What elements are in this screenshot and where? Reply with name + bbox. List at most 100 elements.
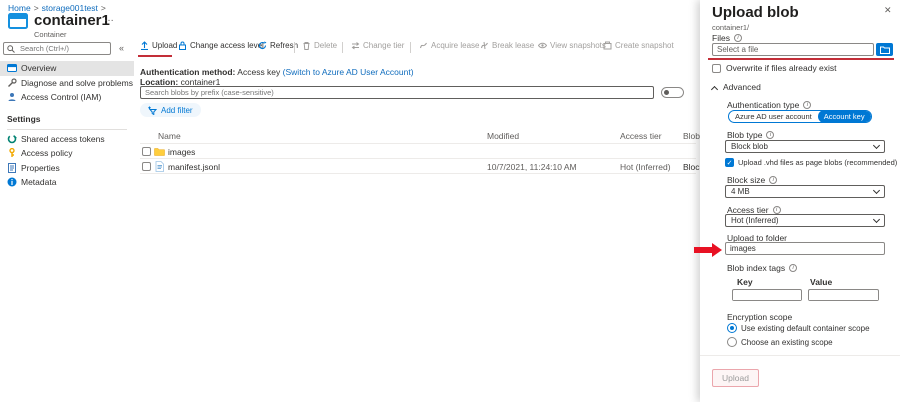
file-icon [154,161,165,172]
auth-option-account-key[interactable]: Account key [818,110,871,123]
token-icon [7,134,17,144]
encryption-scope-label: Encryption scope [727,312,792,322]
add-filter-button[interactable]: Add filter [140,103,201,117]
tags-value-header: Value [810,277,832,287]
delete-command[interactable]: Delete [302,41,337,50]
sidebar-item-access-policy[interactable]: Access policy [0,146,134,161]
tag-key-field[interactable] [732,289,802,301]
sidebar-item-properties[interactable]: Properties [0,161,134,176]
overview-icon [7,63,17,73]
annotation-underline-upload [138,55,172,57]
sidebar-item-diagnose[interactable]: Diagnose and solve problems [0,76,134,91]
block-size-select[interactable]: 4 MB [725,185,885,198]
panel-divider [700,355,900,356]
upload-to-folder-input[interactable] [726,244,884,253]
access-tier-select[interactable]: Hot (Inferred) [725,214,885,227]
advanced-section-toggle[interactable]: Advanced [712,82,761,92]
blob-search-box[interactable] [140,86,654,99]
file-select-field[interactable] [712,43,874,56]
info-icon: i [734,34,742,42]
table-row[interactable]: images [140,144,696,159]
authentication-method-line: Authentication method: Access key (Switc… [140,67,414,77]
diagnose-icon [7,78,17,88]
chevron-down-icon [873,142,880,149]
toolbar-separator [410,42,411,53]
blob-table: Name Modified Access tier Blob type imag… [140,128,696,174]
info-icon: i [803,101,811,109]
sidebar-item-metadata[interactable]: Metadata [0,175,134,190]
col-header-name[interactable]: Name [158,131,181,141]
encryption-default-label: Use existing default container scope [741,324,870,333]
browse-files-button[interactable] [876,43,893,56]
overwrite-checkbox[interactable] [712,64,721,73]
sidebar-item-overview[interactable]: Overview [0,61,134,76]
tag-value-input[interactable] [809,291,878,300]
create-snapshot-command[interactable]: Create snapshot [603,41,674,50]
files-label: Filesi [712,33,742,43]
sidebar-divider [7,129,127,130]
change-access-level-command[interactable]: Change access level [178,41,264,50]
info-icon: i [766,131,774,139]
info-icon: i [789,264,797,272]
acquire-lease-command[interactable]: Acquire lease [419,41,479,50]
toolbar-separator [342,42,343,53]
encryption-default-radio[interactable] [727,323,737,333]
key-icon [7,148,17,158]
annotation-arrow [694,243,723,257]
col-header-access-tier[interactable]: Access tier [620,131,662,141]
snapshot-icon [603,41,612,50]
row-checkbox[interactable] [142,147,151,156]
blob-index-tags-label: Blob index tagsi [727,263,797,273]
switch-auth-link[interactable]: (Switch to Azure AD User Account) [283,67,414,77]
change-tier-icon [351,41,360,50]
file-select-input[interactable] [713,45,873,54]
block-size-label: Block sizei [727,175,777,185]
refresh-icon [258,41,267,50]
table-row[interactable]: manifest.jsonl 10/7/2021, 11:24:10 AM Ho… [140,159,696,174]
sidebar-collapse-icon[interactable]: « [119,43,124,53]
panel-subtitle: container1/ [712,23,749,32]
sidebar-item-access-control[interactable]: Access Control (IAM) [0,90,134,105]
auth-type-toggle[interactable]: Azure AD user account Account key [728,110,872,123]
change-tier-command[interactable]: Change tier [351,41,404,50]
close-icon[interactable]: ✕ [884,5,892,16]
encryption-choose-radio[interactable] [727,337,737,347]
blob-search-input[interactable] [141,88,653,97]
tags-key-header: Key [737,277,753,287]
sidebar-search[interactable] [3,42,111,55]
panel-title: Upload blob [712,4,799,21]
vhd-label: Upload .vhd files as page blobs (recomme… [738,158,897,167]
acquire-lease-icon [419,41,428,50]
vhd-checkbox[interactable]: ✓ [725,158,734,167]
overwrite-label: Overwrite if files already exist [726,63,837,73]
page-title: container1 [34,13,110,28]
info-icon: i [773,206,781,214]
break-lease-icon [480,41,489,50]
auth-option-aad[interactable]: Azure AD user account [729,110,818,123]
blob-type-select[interactable]: Block blob [725,140,885,153]
breadcrumb-home[interactable]: Home [8,3,31,13]
upload-command[interactable]: Upload [140,41,177,50]
upload-to-folder-field[interactable] [725,242,885,255]
upload-icon [140,41,149,50]
sidebar-item-shared-access-tokens[interactable]: Shared access tokens [0,132,134,147]
blob-name[interactable]: manifest.jsonl [168,162,220,172]
break-lease-command[interactable]: Break lease [480,41,534,50]
lock-icon [178,41,187,50]
refresh-command[interactable]: Refresh [258,41,298,50]
sidebar-search-input[interactable] [20,44,106,53]
blob-name[interactable]: images [168,147,195,157]
info-icon [7,177,17,187]
page-header: container1 Container [8,13,110,39]
view-snapshots-command[interactable]: View snapshots [538,41,606,50]
container-icon [8,13,28,29]
col-header-modified[interactable]: Modified [487,131,519,141]
tag-key-input[interactable] [733,291,801,300]
auth-type-label: Authentication typei [727,100,811,110]
tag-value-field[interactable] [808,289,879,301]
more-options-button[interactable]: … [104,13,115,24]
upload-submit-button[interactable]: Upload [712,369,759,387]
blob-type-label: Blob typei [727,130,774,140]
show-deleted-toggle[interactable] [661,87,684,98]
row-checkbox[interactable] [142,162,151,171]
